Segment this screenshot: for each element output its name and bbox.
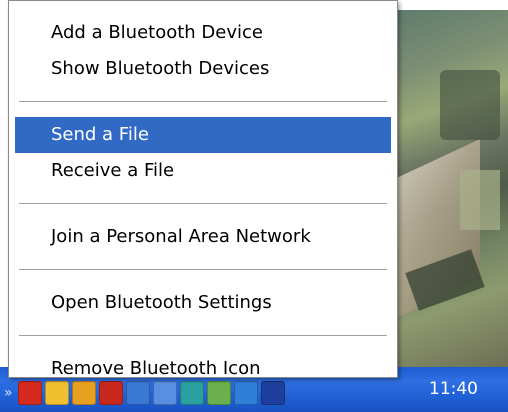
menu-item-add-a-bluetooth-device[interactable]: Add a Bluetooth Device <box>15 15 391 51</box>
menu-separator <box>19 203 387 205</box>
show-hidden-icons-chevron[interactable]: » <box>4 385 13 401</box>
menu-item-join-a-personal-area-network[interactable]: Join a Personal Area Network <box>15 219 391 255</box>
menu-separator <box>19 335 387 337</box>
taskbar-clock[interactable]: 11:40 <box>429 372 478 406</box>
menu-item-show-bluetooth-devices[interactable]: Show Bluetooth Devices <box>15 51 391 87</box>
desktop-wallpaper <box>380 10 508 367</box>
menu-item-receive-a-file[interactable]: Receive a File <box>15 153 391 189</box>
menu-item-remove-bluetooth-icon[interactable]: Remove Bluetooth Icon <box>15 351 391 387</box>
menu-item-open-bluetooth-settings[interactable]: Open Bluetooth Settings <box>15 285 391 321</box>
menu-item-send-a-file[interactable]: Send a File <box>15 117 391 153</box>
bluetooth-context-menu: Add a Bluetooth Device Show Bluetooth Dev… <box>8 0 398 379</box>
menu-separator <box>19 269 387 271</box>
menu-separator <box>19 101 387 103</box>
